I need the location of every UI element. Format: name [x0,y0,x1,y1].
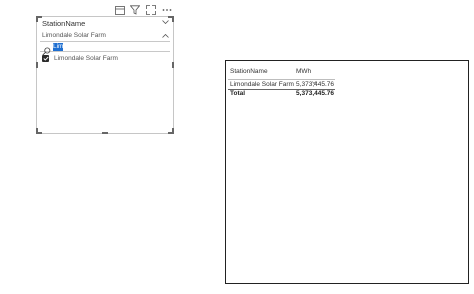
checkbox-checked[interactable] [42,54,49,62]
column-header-station[interactable]: StationName [230,68,268,75]
selection-corner-top-right-v [172,16,174,22]
focus-mode-icon[interactable] [114,4,126,16]
search-icon [42,43,51,56]
column-header-mwh[interactable]: MWh [296,68,311,75]
slicer-title: StationName [42,18,86,28]
list-item-label: Limondale Solar Farm [54,54,118,62]
column-header-mwh-label: MWh [296,68,312,75]
search-input[interactable]: Lim [53,43,63,51]
list-item[interactable]: Limondale Solar Farm [42,53,168,63]
filter-icon[interactable] [129,4,141,16]
table-cell-mwh: 5,373,445.76 [296,81,334,88]
slicer-dropdown-value: Limondale Solar Farm [42,32,106,39]
total-mwh: 5,373,445.76 [296,90,334,97]
table-visual-frame [225,60,469,284]
slicer-dropdown[interactable]: Limondale Solar Farm [40,30,170,42]
resize-handle-right[interactable] [172,62,174,68]
selection-corner-bottom-left-v [36,128,38,134]
more-options-icon[interactable] [161,4,173,16]
chevron-up-icon[interactable] [160,31,170,41]
selection-corner-bottom-right-v [172,128,174,134]
chevron-down-icon[interactable] [160,16,170,28]
total-label: Total [230,90,246,97]
slicer-header: StationName [38,16,172,30]
resize-handle-left[interactable] [36,62,38,68]
expand-icon[interactable] [145,4,157,16]
resize-handle-bottom[interactable] [102,132,108,134]
table-cell-station: Limondale Solar Farm [230,81,294,88]
header-divider [228,79,335,80]
